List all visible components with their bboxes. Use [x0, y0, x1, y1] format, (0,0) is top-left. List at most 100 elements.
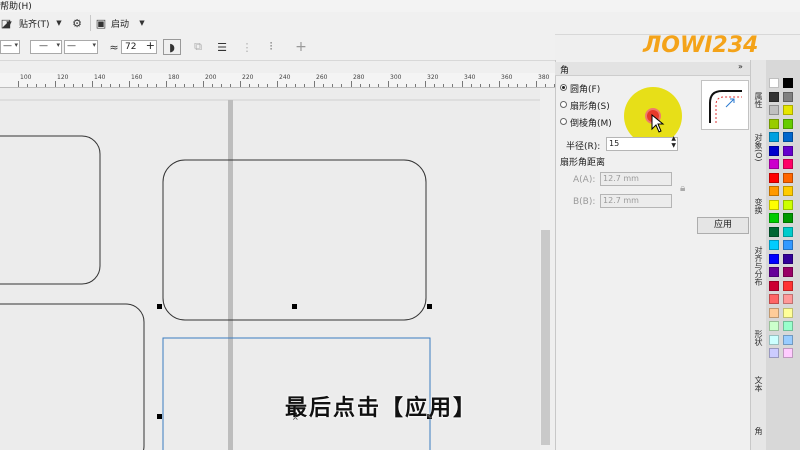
grid-icon[interactable]: ⋮: [239, 39, 255, 55]
color-swatch[interactable]: [783, 348, 793, 358]
color-swatch[interactable]: [783, 132, 793, 142]
tab-text[interactable]: 文本: [752, 376, 764, 392]
color-swatch[interactable]: [783, 145, 793, 156]
color-swatch[interactable]: [769, 172, 779, 183]
tab-properties[interactable]: 属性: [752, 92, 764, 108]
color-swatch[interactable]: [769, 267, 779, 277]
color-swatch[interactable]: [783, 321, 793, 331]
line-start-combo[interactable]: — ▾: [0, 40, 20, 54]
rounded-rectangle-2: [162, 159, 427, 321]
color-swatch[interactable]: [783, 280, 793, 291]
collapse-icon[interactable]: »: [738, 62, 743, 71]
align-icon[interactable]: ⫶: [263, 39, 279, 55]
tab-align-distribute[interactable]: 对齐与分布: [752, 246, 764, 286]
angle-input[interactable]: 72 +: [121, 39, 157, 54]
color-swatch[interactable]: [783, 118, 793, 129]
color-swatch[interactable]: [783, 334, 793, 345]
color-swatch[interactable]: [783, 294, 793, 304]
color-swatch[interactable]: [769, 118, 779, 129]
chevron-down-icon[interactable]: ▼: [54, 16, 64, 30]
color-swatch[interactable]: [783, 213, 793, 223]
launch-icon[interactable]: ▣: [95, 16, 107, 30]
ruler-tick: [406, 84, 407, 87]
color-swatch[interactable]: [783, 267, 793, 277]
color-swatch[interactable]: [769, 105, 779, 115]
ruler-tick: [341, 84, 342, 87]
ruler-label: 200: [205, 74, 217, 81]
tab-corner[interactable]: 角: [752, 427, 764, 435]
plus-icon[interactable]: +: [146, 39, 155, 52]
color-swatch[interactable]: [783, 91, 793, 102]
a-distance-input[interactable]: 12.7 mm: [600, 172, 672, 186]
tab-shape[interactable]: 形状: [752, 330, 764, 346]
color-swatch[interactable]: [783, 186, 793, 196]
close-curve-icon[interactable]: ◗: [163, 39, 181, 55]
color-swatch[interactable]: [769, 307, 779, 318]
color-swatch[interactable]: [769, 226, 779, 237]
option-chamfer-label[interactable]: 倒棱角(M): [570, 116, 612, 129]
color-swatch[interactable]: [783, 105, 793, 115]
ruler-tick: [258, 84, 259, 87]
color-swatch[interactable]: [783, 172, 793, 183]
color-swatch[interactable]: [769, 294, 779, 304]
color-swatch[interactable]: [769, 78, 779, 88]
divider: [90, 15, 91, 31]
color-swatch[interactable]: [783, 159, 793, 169]
add-icon[interactable]: +: [293, 39, 309, 55]
color-swatch[interactable]: [769, 159, 779, 169]
ruler-tick: [286, 84, 287, 87]
launch-menu[interactable]: 启动: [111, 17, 129, 30]
radio-round[interactable]: [560, 84, 567, 91]
color-swatch[interactable]: [783, 78, 793, 88]
text-wrap-icon[interactable]: ☰: [214, 39, 230, 55]
small-dropdown-icon[interactable]: ▾: [4, 16, 14, 30]
line-style-combo[interactable]: — ▾: [30, 40, 62, 54]
spinner-icon[interactable]: ▲ ▼: [671, 135, 676, 149]
menu-help[interactable]: 帮助(H): [0, 0, 32, 12]
b-distance-input[interactable]: 12.7 mm: [600, 194, 672, 208]
ruler-tick: [92, 81, 93, 87]
color-swatch[interactable]: [769, 348, 779, 358]
ruler-label: 160: [131, 74, 143, 81]
color-swatch[interactable]: [769, 145, 779, 156]
selection-handle: [157, 304, 162, 309]
radio-chamfer[interactable]: [560, 118, 567, 125]
color-swatch[interactable]: [769, 240, 779, 250]
chevron-down-icon[interactable]: ▼: [137, 16, 147, 30]
radius-input[interactable]: 15 ▲ ▼: [606, 135, 678, 151]
tab-transform[interactable]: 变换: [752, 198, 764, 214]
color-swatch[interactable]: [769, 199, 779, 210]
color-swatch[interactable]: [783, 226, 793, 237]
ruler-tick: [203, 81, 204, 87]
color-swatch[interactable]: [783, 240, 793, 250]
line-end-combo[interactable]: — ▾: [64, 40, 98, 54]
color-swatch[interactable]: [769, 253, 779, 264]
ruler-tick: [443, 84, 444, 87]
radio-scallop[interactable]: [560, 101, 567, 108]
color-swatch[interactable]: [769, 321, 779, 331]
color-swatch[interactable]: [769, 132, 779, 142]
menu-bar: 帮助(H): [0, 0, 800, 12]
ruler-tick: [314, 81, 315, 87]
ruler-tick: [45, 84, 46, 87]
lock-icon[interactable]: 🔒︎: [680, 183, 685, 194]
snap-menu[interactable]: 贴齐(T): [19, 17, 50, 30]
color-swatch[interactable]: [783, 199, 793, 210]
color-swatch[interactable]: [769, 213, 779, 223]
color-swatch[interactable]: [769, 334, 779, 345]
corner-preview: [701, 80, 749, 130]
apply-button[interactable]: 应用: [697, 217, 749, 234]
vertical-scrollbar[interactable]: [541, 230, 550, 445]
ruler-tick: [508, 84, 509, 87]
color-swatch[interactable]: [769, 91, 779, 102]
color-swatch[interactable]: [783, 307, 793, 318]
option-round-label[interactable]: 圆角(F): [570, 82, 600, 95]
tab-objects[interactable]: 对象(O): [752, 133, 764, 162]
break-apart-icon[interactable]: ⧉: [190, 39, 206, 55]
color-swatch[interactable]: [769, 186, 779, 196]
color-swatch[interactable]: [783, 253, 793, 264]
color-swatch[interactable]: [769, 280, 779, 291]
gear-icon[interactable]: ⚙: [69, 15, 85, 31]
ruler-label: 100: [20, 74, 32, 81]
option-scallop-label[interactable]: 扇形角(S): [570, 99, 610, 112]
